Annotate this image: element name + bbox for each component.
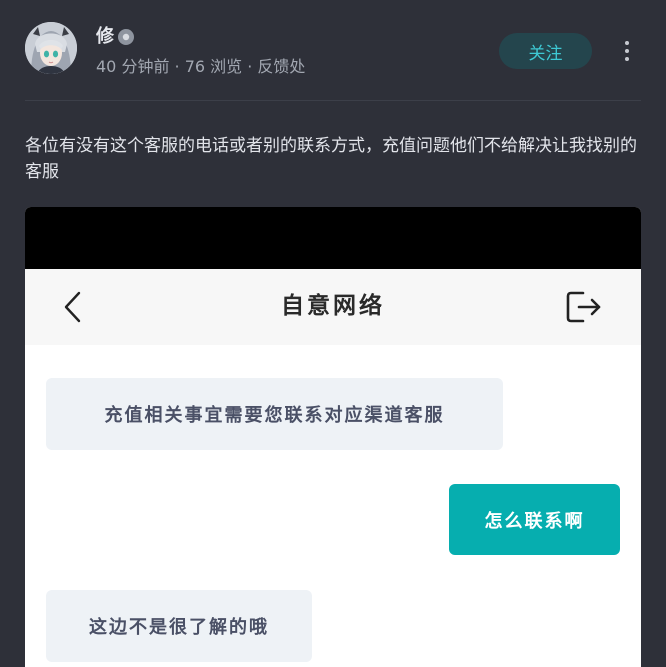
header-divider: [25, 100, 641, 101]
author-avatar[interactable]: [25, 22, 77, 74]
post-body: 各位有没有这个客服的电话或者别的联系方式，充值问题他们不给解决让我找别的客服: [25, 136, 637, 182]
attached-screenshot[interactable]: 自意网络 充值相关事宜需要您联系对应渠道客服 怎么联系啊 这边不是很了解的哦: [25, 207, 641, 667]
chat-area: 充值相关事宜需要您联系对应渠道客服 怎么联系啊 这边不是很了解的哦: [25, 345, 641, 667]
follow-button[interactable]: 关注: [499, 33, 592, 69]
chat-message-outgoing: 怎么联系啊: [449, 484, 620, 555]
post-meta: 40 分钟前 · 76 浏览 · 反馈处: [96, 57, 306, 76]
app-title: 自意网络: [281, 292, 385, 319]
post-header: 修 40 分钟前 · 76 浏览 · 反馈处 关注: [0, 0, 666, 100]
chat-message-incoming: 充值相关事宜需要您联系对应渠道客服: [46, 378, 503, 450]
app-navbar: 自意网络: [25, 269, 641, 345]
more-dot: [625, 57, 629, 61]
chat-message-incoming: 这边不是很了解的哦: [46, 590, 312, 662]
logout-icon[interactable]: [565, 289, 605, 325]
more-dot: [625, 41, 629, 45]
badge-mark-icon: [122, 33, 130, 41]
author-name[interactable]: 修: [96, 25, 114, 49]
more-vertical-icon[interactable]: [614, 38, 640, 64]
phone-status-bar: [25, 207, 641, 269]
anime-avatar-icon: [25, 22, 77, 74]
verified-badge-icon: [118, 29, 134, 45]
more-dot: [625, 49, 629, 53]
